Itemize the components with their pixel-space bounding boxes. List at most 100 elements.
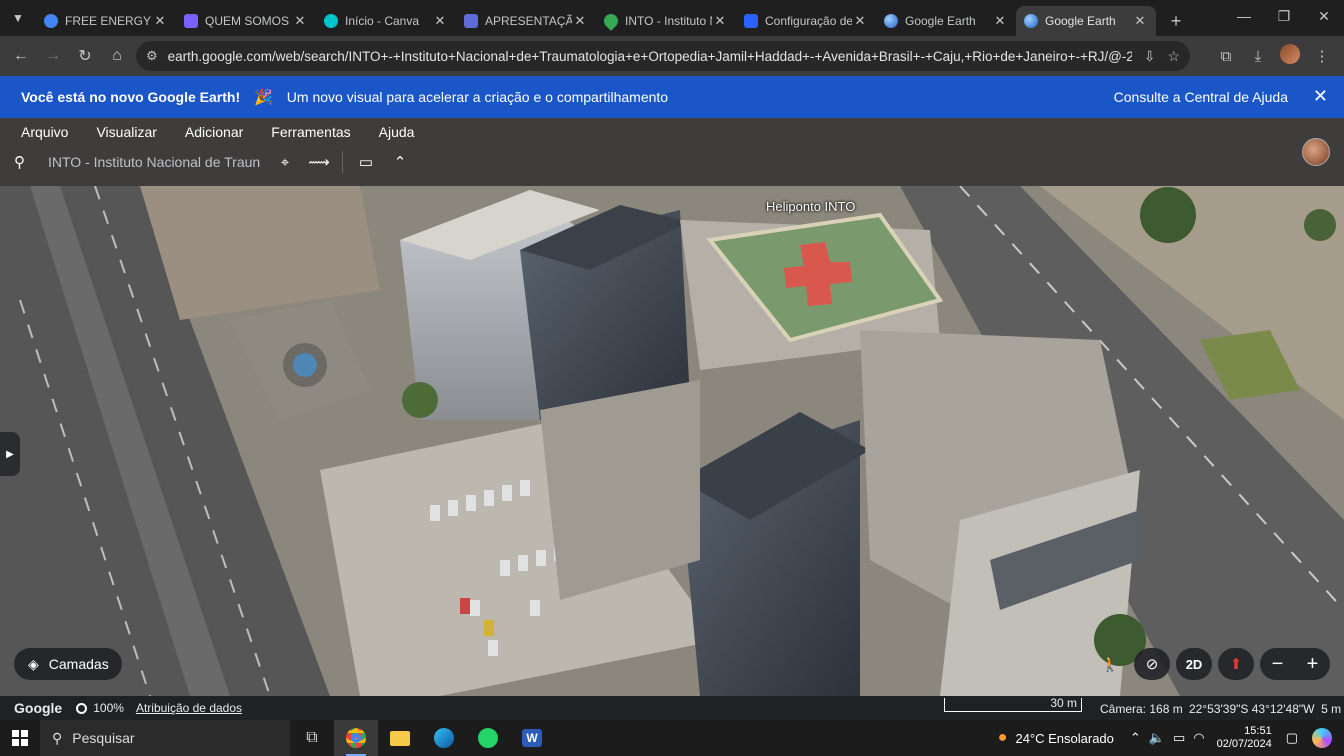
close-icon[interactable]: ✕: [432, 13, 448, 29]
file-explorer-icon[interactable]: [378, 720, 422, 756]
tab-6[interactable]: Google Earth ✕: [876, 6, 1016, 36]
close-icon[interactable]: ✕: [1313, 86, 1328, 107]
close-icon[interactable]: ✕: [992, 13, 1008, 29]
download-icon[interactable]: ⤓: [1242, 48, 1274, 65]
zoom-out-icon[interactable]: −: [1272, 653, 1284, 676]
home-button[interactable]: ⌂: [102, 41, 132, 71]
new-tab-button[interactable]: +: [1160, 6, 1192, 36]
tab-4[interactable]: INTO - Instituto N ✕: [596, 6, 736, 36]
earth-3d-view[interactable]: [0, 118, 1344, 696]
maps-pin-icon: [601, 11, 621, 31]
battery-icon[interactable]: ▭: [1173, 730, 1185, 746]
tilt-toggle-icon[interactable]: ⊘: [1134, 648, 1170, 680]
tab-0[interactable]: FREE ENERGY MA ✕: [36, 6, 176, 36]
url-text[interactable]: earth.google.com/web/search/INTO+-+Insti…: [168, 49, 1132, 64]
divider: [342, 151, 343, 173]
tab-strip: ▼ FREE ENERGY MA ✕ QUEM SOMOS - ✕ Início…: [0, 0, 1344, 36]
bookmark-star-icon[interactable]: ☆: [1167, 48, 1180, 65]
kebab-menu-icon[interactable]: ⋮: [1306, 47, 1338, 65]
profile-avatar[interactable]: [1274, 44, 1306, 68]
word-icon[interactable]: W: [510, 720, 554, 756]
pegman-icon[interactable]: 🚶: [1094, 648, 1126, 680]
side-panel-toggle[interactable]: ▶: [0, 432, 20, 476]
tab-3[interactable]: APRESENTAÇÃO ✕: [456, 6, 596, 36]
minimize-icon[interactable]: —: [1224, 0, 1264, 32]
elevation-text: 5 m: [1321, 702, 1342, 716]
edge-icon[interactable]: [422, 720, 466, 756]
notifications-icon[interactable]: ▢: [1286, 730, 1298, 746]
address-bar[interactable]: ⚙ earth.google.com/web/search/INTO+-+Ins…: [136, 41, 1190, 71]
copilot-icon[interactable]: [1312, 728, 1332, 748]
earth-search-row: ⚲ INTO - Instituto Nacional de Traun ⌖ ⟿…: [14, 148, 417, 176]
chevron-up-icon[interactable]: ⌃: [1130, 730, 1141, 746]
menu-ferramentas[interactable]: Ferramentas: [271, 124, 350, 140]
tab-5[interactable]: Configuração de ✕: [736, 6, 876, 36]
coordinates: 22°53'39"S 43°12'48"W 5 m: [1189, 702, 1341, 716]
view-2d-button[interactable]: 2D: [1176, 648, 1212, 680]
chrome-icon[interactable]: [334, 720, 378, 756]
scale-label: 30 m: [1050, 696, 1077, 710]
google-logo: Google: [14, 700, 63, 716]
tab-title: Google Earth: [905, 14, 976, 28]
google-icon: [44, 14, 58, 28]
chevron-up-icon[interactable]: ⌃: [383, 153, 417, 171]
menu-ajuda[interactable]: Ajuda: [379, 124, 415, 140]
tab-2[interactable]: Início - Canva ✕: [316, 6, 456, 36]
help-center-link[interactable]: Consulte a Central de Ajuda: [1114, 89, 1288, 105]
tab-7-active[interactable]: Google Earth ✕: [1016, 6, 1156, 36]
close-icon[interactable]: ✕: [712, 13, 728, 29]
tab-title: Google Earth: [1045, 14, 1116, 28]
menu-visualizar[interactable]: Visualizar: [96, 124, 156, 140]
forward-button[interactable]: →: [38, 41, 68, 71]
close-icon[interactable]: ✕: [152, 13, 168, 29]
banner-message: Um novo visual para acelerar a criação e…: [286, 89, 669, 105]
reload-button[interactable]: ↻: [70, 41, 100, 71]
search-icon[interactable]: ⚲: [14, 153, 36, 171]
volume-icon[interactable]: 🔈: [1149, 730, 1165, 746]
tab-title: INTO - Instituto N: [625, 14, 712, 28]
banner-headline: Você está no novo Google Earth!: [21, 89, 241, 105]
place-label[interactable]: Heliponto INTO: [766, 199, 855, 214]
layers-label: Camadas: [48, 656, 109, 672]
whatsapp-icon[interactable]: [466, 720, 510, 756]
avatar[interactable]: [1302, 138, 1330, 166]
compass-icon[interactable]: ⬆: [1218, 648, 1254, 680]
path-icon[interactable]: ⟿: [302, 153, 336, 171]
close-icon[interactable]: ✕: [292, 13, 308, 29]
close-window-icon[interactable]: ✕: [1304, 0, 1344, 32]
close-icon[interactable]: ✕: [1132, 13, 1148, 29]
location-pin-icon[interactable]: ⌖: [268, 154, 302, 171]
camera-altitude: Câmera: 168 m: [1100, 702, 1183, 716]
tab-search-icon[interactable]: ▼: [0, 0, 36, 36]
windows-start-icon[interactable]: [0, 720, 40, 756]
install-app-icon[interactable]: ⇩: [1144, 48, 1156, 65]
layers-button[interactable]: ◈ Camadas: [14, 648, 122, 680]
taskbar-search[interactable]: ⚲ Pesquisar: [40, 720, 290, 756]
menu-adicionar[interactable]: Adicionar: [185, 124, 243, 140]
maximize-icon[interactable]: ❐: [1264, 0, 1304, 32]
close-icon[interactable]: ✕: [572, 13, 588, 29]
weather-text[interactable]: 24°C Ensolarado: [1015, 731, 1113, 746]
earth-status-bar: Google 100% Atribuição de dados 30 m Câm…: [0, 696, 1344, 720]
earth-menu-bar: Arquivo Visualizar Adicionar Ferramentas…: [21, 124, 414, 140]
earth-icon: [1024, 14, 1038, 28]
ruler-icon[interactable]: ▭: [349, 153, 383, 171]
zoom-in-icon[interactable]: +: [1307, 653, 1319, 676]
shield-icon: [464, 14, 478, 28]
extensions-icon[interactable]: ⧉: [1210, 48, 1242, 65]
earth-search-input[interactable]: INTO - Instituto Nacional de Traun: [48, 154, 268, 170]
tab-title: FREE ENERGY MA: [65, 14, 152, 28]
tab-title: APRESENTAÇÃO: [485, 14, 572, 28]
data-attribution-link[interactable]: Atribuição de dados: [136, 701, 242, 715]
wifi-icon[interactable]: ◠: [1193, 730, 1204, 746]
party-icon: 🎉: [254, 89, 273, 106]
back-button[interactable]: ←: [6, 41, 36, 71]
toolbar-right: ⧉ ⤓ ⋮: [1210, 41, 1338, 71]
clock[interactable]: 15:51 02/07/2024: [1217, 725, 1272, 751]
close-icon[interactable]: ✕: [852, 13, 868, 29]
menu-arquivo[interactable]: Arquivo: [21, 124, 68, 140]
task-view-icon[interactable]: ⧉: [290, 720, 334, 756]
windows-taskbar: ⚲ Pesquisar ⧉ W ● 24°C Ensolarado ⌃ 🔈 ▭ …: [0, 720, 1344, 756]
site-info-icon[interactable]: ⚙: [146, 48, 158, 64]
tab-1[interactable]: QUEM SOMOS - ✕: [176, 6, 316, 36]
